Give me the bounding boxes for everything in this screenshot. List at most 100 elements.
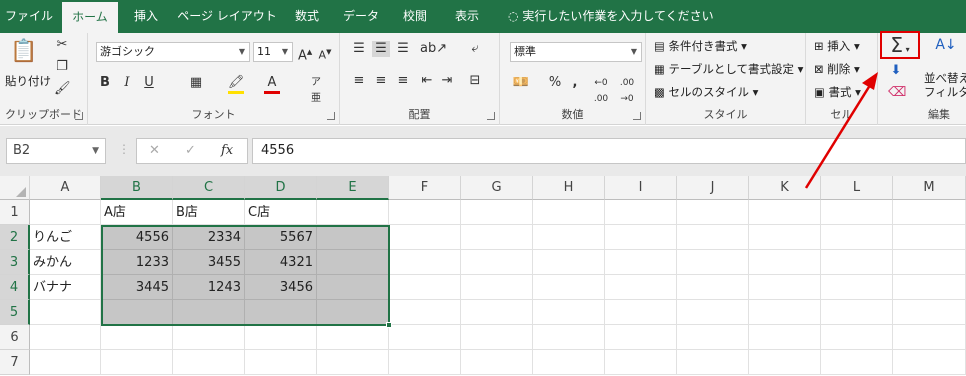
sort-filter-button[interactable]: 並べ替え フィルター <box>924 71 966 99</box>
col-header-b[interactable]: B <box>101 176 173 200</box>
cell-j6[interactable] <box>677 325 749 350</box>
percent-icon[interactable]: % <box>548 75 562 91</box>
cell-c1[interactable]: B店 <box>173 200 245 225</box>
cell-e7[interactable] <box>317 350 389 375</box>
cell-h7[interactable] <box>533 350 605 375</box>
fill-icon[interactable]: ⬇ <box>888 63 904 79</box>
col-header-c[interactable]: C <box>173 176 245 200</box>
cell-k3[interactable] <box>749 250 821 275</box>
cell-d3[interactable]: 4321 <box>245 250 317 275</box>
format-cells-button[interactable]: ▣ 書式 ▾ <box>814 84 861 100</box>
col-header-h[interactable]: H <box>533 176 605 200</box>
cell-k5[interactable] <box>749 300 821 325</box>
cell-c5[interactable] <box>173 300 245 325</box>
tab-page-layout[interactable]: ページ レイアウト <box>174 0 280 33</box>
cell-b7[interactable] <box>101 350 173 375</box>
col-header-i[interactable]: I <box>605 176 677 200</box>
cell-g6[interactable] <box>461 325 533 350</box>
cut-icon[interactable]: ✂ <box>54 37 70 53</box>
fill-color-icon[interactable]: 🖍 <box>228 75 245 94</box>
underline-icon[interactable]: U <box>142 75 156 91</box>
merge-center-icon[interactable]: ⊟ <box>466 73 484 89</box>
paste-icon[interactable]: 📋 <box>10 38 38 68</box>
cell-g2[interactable] <box>461 225 533 250</box>
fill-handle[interactable] <box>386 322 392 328</box>
col-header-l[interactable]: L <box>821 176 893 200</box>
row-header-7[interactable]: 7 <box>0 350 30 375</box>
cell-h5[interactable] <box>533 300 605 325</box>
format-painter-icon[interactable]: 🖌 <box>54 81 71 97</box>
cell-l1[interactable] <box>821 200 893 225</box>
cell-h4[interactable] <box>533 275 605 300</box>
copy-icon[interactable]: ❐ <box>54 59 70 75</box>
cell-h1[interactable] <box>533 200 605 225</box>
wrap-text-icon[interactable]: ⤶ <box>466 41 484 57</box>
comma-style-icon[interactable]: , <box>568 75 582 91</box>
tab-review[interactable]: 校閲 <box>392 0 438 33</box>
tab-data[interactable]: データ <box>334 0 388 33</box>
tab-formulas[interactable]: 数式 <box>284 0 330 33</box>
cell-g3[interactable] <box>461 250 533 275</box>
align-top-icon[interactable]: ☰ <box>350 41 368 57</box>
grow-font-icon[interactable]: A▲ <box>298 44 312 64</box>
name-box[interactable]: B2 ▼ <box>6 138 106 164</box>
col-header-m[interactable]: M <box>893 176 966 200</box>
cell-l7[interactable] <box>821 350 893 375</box>
clear-icon[interactable]: ⌫ <box>888 85 906 101</box>
row-header-2[interactable]: 2 <box>0 225 30 250</box>
col-header-d[interactable]: D <box>245 176 317 200</box>
cell-b4[interactable]: 3445 <box>101 275 173 300</box>
shrink-font-icon[interactable]: A▼ <box>318 44 332 64</box>
cell-d5[interactable] <box>245 300 317 325</box>
col-header-k[interactable]: K <box>749 176 821 200</box>
cell-i6[interactable] <box>605 325 677 350</box>
cell-f3[interactable] <box>389 250 461 275</box>
cell-styles-button[interactable]: ▩ セルのスタイル ▾ <box>654 84 758 100</box>
cell-f7[interactable] <box>389 350 461 375</box>
format-as-table-button[interactable]: ▦ テーブルとして書式設定 ▾ <box>654 61 803 77</box>
clipboard-launcher-icon[interactable] <box>75 112 83 120</box>
cell-j1[interactable] <box>677 200 749 225</box>
cell-i4[interactable] <box>605 275 677 300</box>
col-header-e[interactable]: E <box>317 176 389 200</box>
cell-d1[interactable]: C店 <box>245 200 317 225</box>
font-launcher-icon[interactable] <box>327 112 335 120</box>
accounting-format-icon[interactable]: 💴 <box>512 75 530 91</box>
cell-h6[interactable] <box>533 325 605 350</box>
cell-i2[interactable] <box>605 225 677 250</box>
cell-j5[interactable] <box>677 300 749 325</box>
cell-f4[interactable] <box>389 275 461 300</box>
increase-decimal-icon[interactable]: ←0.00 <box>590 75 612 107</box>
col-header-a[interactable]: A <box>30 176 101 200</box>
cell-g4[interactable] <box>461 275 533 300</box>
paste-button[interactable]: 貼り付け <box>5 73 51 89</box>
cell-a1[interactable] <box>30 200 101 225</box>
cell-m4[interactable] <box>893 275 966 300</box>
row-header-5[interactable]: 5 <box>0 300 30 325</box>
row-header-4[interactable]: 4 <box>0 275 30 300</box>
sort-filter-icon[interactable]: A↓ <box>932 37 960 53</box>
cell-a7[interactable] <box>30 350 101 375</box>
cell-h3[interactable] <box>533 250 605 275</box>
cell-l5[interactable] <box>821 300 893 325</box>
cell-j7[interactable] <box>677 350 749 375</box>
cell-f6[interactable] <box>389 325 461 350</box>
cell-c7[interactable] <box>173 350 245 375</box>
cell-m1[interactable] <box>893 200 966 225</box>
align-bottom-icon[interactable]: ☰ <box>394 41 412 57</box>
align-center-icon[interactable]: ≡ <box>372 73 390 89</box>
cell-j2[interactable] <box>677 225 749 250</box>
cell-g7[interactable] <box>461 350 533 375</box>
col-header-f[interactable]: F <box>389 176 461 200</box>
cell-m5[interactable] <box>893 300 966 325</box>
tab-view[interactable]: 表示 <box>442 0 492 33</box>
cell-k1[interactable] <box>749 200 821 225</box>
cell-a4[interactable]: バナナ <box>30 275 101 300</box>
row-header-1[interactable]: 1 <box>0 200 30 225</box>
align-left-icon[interactable]: ≡ <box>350 73 368 89</box>
decrease-indent-icon[interactable]: ⇤ <box>418 73 436 89</box>
cell-g1[interactable] <box>461 200 533 225</box>
orientation-icon[interactable]: ab↗ <box>420 41 447 57</box>
cell-d7[interactable] <box>245 350 317 375</box>
cell-d4[interactable]: 3456 <box>245 275 317 300</box>
